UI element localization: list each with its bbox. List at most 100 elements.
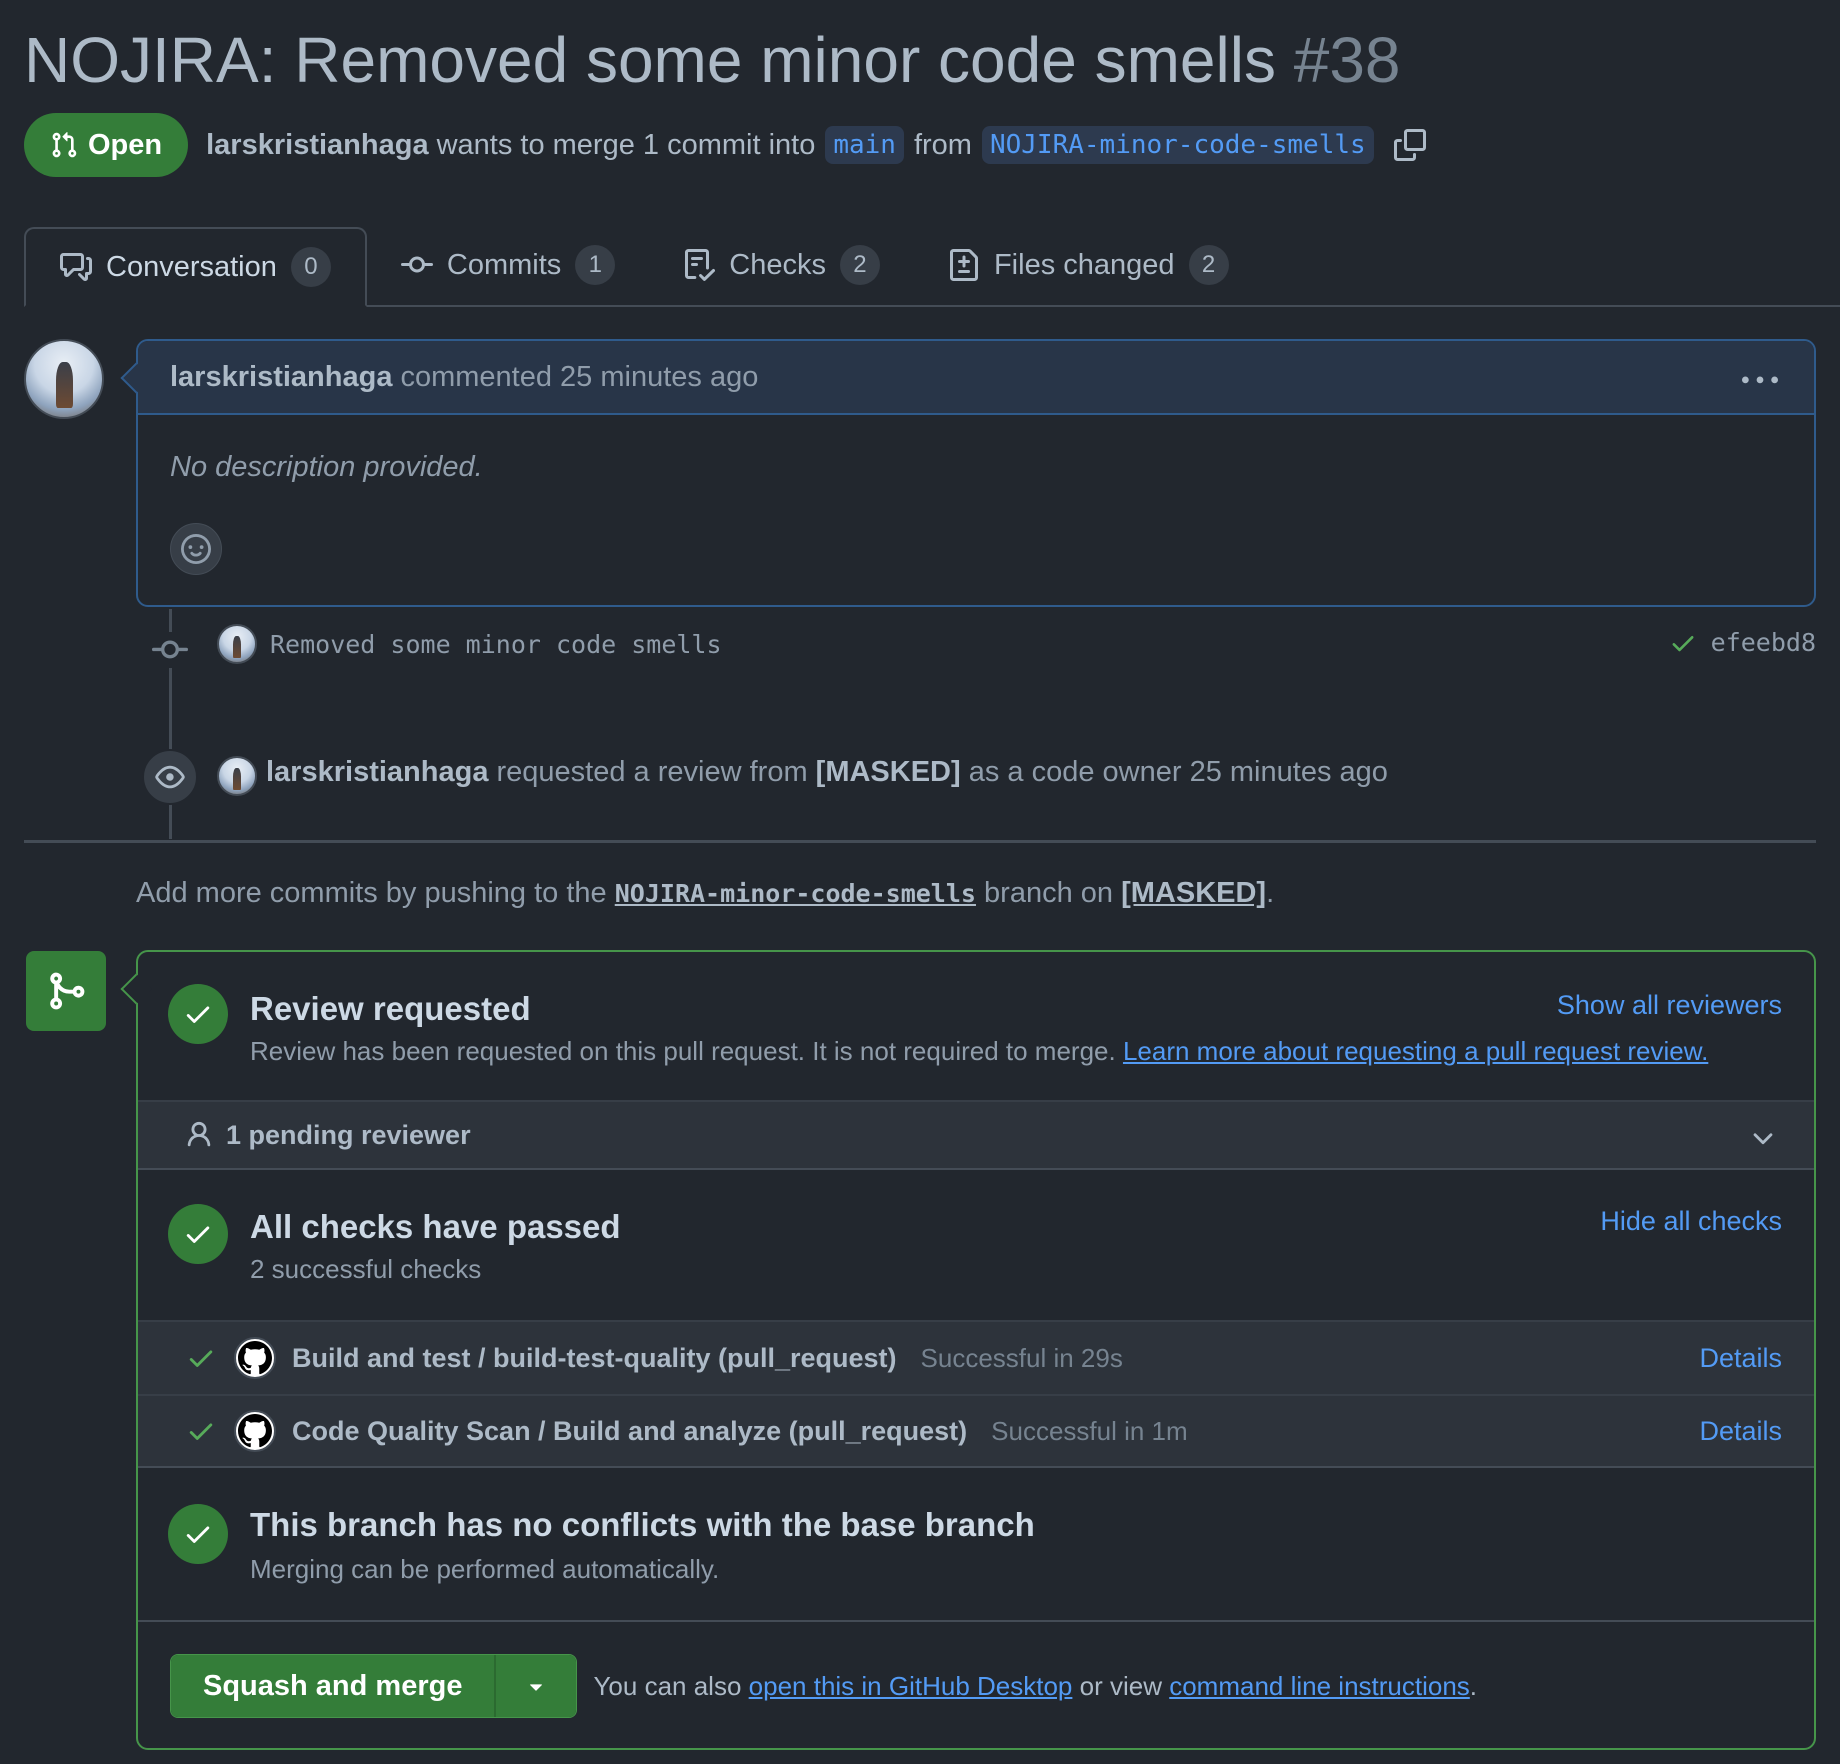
review-requested-subtitle: Review has been requested on this pull r… [250,1036,1708,1067]
push-note: Add more commits by pushing to the NOJIR… [136,877,1274,910]
person-icon [184,1120,214,1150]
tab-files-changed[interactable]: Files changed 2 [914,225,1263,305]
tab-conversation-count: 0 [290,247,331,287]
github-logo-icon [234,1337,276,1379]
check-status: Successful in 29s [920,1342,1123,1373]
head-branch-chip[interactable]: NOJIRA-minor-code-smells [981,126,1374,164]
checks-subtitle: 2 successful checks [250,1254,482,1284]
pr-title: NOJIRA: Removed some minor code smells #… [24,22,1401,98]
push-note-suffix: . [1266,877,1275,909]
commit-author-avatar[interactable] [217,624,257,664]
merge-text: wants to merge 1 commit into [436,128,816,161]
command-line-instructions-link[interactable]: command line instructions [1169,1671,1470,1701]
check-icon [186,1343,216,1373]
check-row: Code Quality Scan / Build and analyze (p… [138,1394,1814,1468]
comment-header: larskristianhaga commented 25 minutes ag… [138,341,1814,415]
check-circle-icon [168,984,228,1044]
git-commit-icon [400,249,433,281]
eye-icon [142,749,198,805]
pr-title-text: NOJIRA: Removed some minor code smells [24,24,1276,96]
base-branch-chip[interactable]: main [825,126,904,164]
review-text-1: requested a review from [496,756,808,788]
github-logo-icon [234,1410,276,1452]
show-all-reviewers-link[interactable]: Show all reviewers [1557,990,1782,1021]
comment-author-link[interactable]: larskristianhaga [170,361,392,394]
conflicts-section: This branch has no conflicts with the ba… [138,1470,1814,1620]
tab-files-changed-count: 2 [1188,245,1229,285]
avatar[interactable] [24,339,104,419]
pr-tabs: Conversation 0 Commits 1 Checks 2 Files … [24,227,1840,307]
tab-conversation[interactable]: Conversation 0 [24,227,367,307]
commit-sha-link[interactable]: efeebd8 [1711,628,1816,657]
git-pull-request-icon [50,131,78,159]
state-label: Open [88,128,163,161]
checks-title: All checks have passed [250,1208,621,1245]
merge-footer-text: You can also open this in GitHub Desktop… [593,1671,1477,1702]
review-text-2: as a code owner 25 minutes ago [968,756,1388,788]
triangle-down-icon [523,1673,549,1699]
copy-icon[interactable] [1393,129,1426,161]
timeline-divider [24,840,1816,843]
git-merge-icon [26,951,106,1031]
checklist-icon [683,249,716,281]
squash-and-merge-button[interactable]: Squash and merge [171,1655,495,1717]
tab-conversation-label: Conversation [106,250,277,283]
comment-discussion-icon [60,251,92,283]
check-details-link[interactable]: Details [1699,1343,1782,1374]
smiley-icon[interactable] [170,523,222,575]
pr-meta: Open larskristianhaga wants to merge 1 c… [24,113,1426,177]
comment-meta[interactable]: commented 25 minutes ago [400,361,758,394]
check-name: Build and test / build-test-quality (pul… [292,1342,897,1373]
push-note-repo-link[interactable]: [MASKED] [1121,877,1266,909]
footer-text-2: or view [1079,1670,1162,1701]
review-request-event: larskristianhaga requested a review from… [266,756,1388,789]
open-in-desktop-link[interactable]: open this in GitHub Desktop [749,1671,1073,1701]
tab-commits-label: Commits [446,248,562,281]
commit-event: Removed some minor code smells [270,630,722,659]
learn-more-link[interactable]: Learn more about requesting a pull reque… [1123,1036,1708,1066]
push-note-middle: branch on [984,877,1114,909]
review-actor-avatar[interactable] [217,756,257,796]
tab-commits-count: 1 [575,245,616,285]
merge-button-group: Squash and merge [170,1654,578,1718]
merge-footer: Squash and merge You can also open this … [138,1620,1814,1750]
push-note-prefix: Add more commits by pushing to the [136,877,607,909]
pending-reviewers-row[interactable]: 1 pending reviewer [138,1100,1814,1170]
tab-commits[interactable]: Commits 1 [367,225,649,305]
check-name: Code Quality Scan / Build and analyze (p… [292,1415,968,1446]
review-requested-text: Review has been requested on this pull r… [250,1036,1116,1066]
push-note-branch-link[interactable]: NOJIRA-minor-code-smells [615,879,976,908]
comment-body: No description provided. [170,451,483,483]
pending-reviewers-label: 1 pending reviewer [226,1119,471,1150]
footer-text-1: You can also [593,1670,742,1701]
state-badge-open: Open [24,113,189,177]
check-row: Build and test / build-test-quality (pul… [138,1320,1814,1394]
merge-method-dropdown[interactable] [494,1655,577,1717]
review-target[interactable]: [MASKED] [816,756,961,789]
commit-node-icon [152,632,188,668]
review-actor-link[interactable]: larskristianhaga [266,756,488,789]
comment-box: larskristianhaga commented 25 minutes ag… [120,339,1816,607]
commit-sha-group: efeebd8 [1669,628,1816,657]
chevron-down-icon [1748,1124,1778,1154]
tab-files-changed-label: Files changed [993,248,1175,281]
review-requested-title: Review requested [250,990,531,1027]
file-diff-icon [948,249,980,281]
check-details-link[interactable]: Details [1699,1416,1782,1447]
hide-all-checks-link[interactable]: Hide all checks [1600,1206,1782,1237]
conflicts-title: This branch has no conflicts with the ba… [250,1506,1035,1543]
checks-section: All checks have passed 2 successful chec… [138,1172,1814,1322]
check-icon [1669,629,1697,657]
check-circle-icon [168,1504,228,1564]
check-icon [186,1416,216,1446]
conflicts-subtitle: Merging can be performed automatically. [250,1554,720,1584]
tab-checks[interactable]: Checks 2 [649,225,914,305]
from-text: from [913,128,972,161]
review-requested-section: Review requested Review has been request… [138,952,1814,1100]
kebab-menu-icon[interactable] [1742,363,1778,399]
footer-text-3: . [1469,1670,1478,1701]
check-status: Successful in 1m [991,1415,1188,1446]
pr-author-link[interactable]: larskristianhaga [206,129,428,162]
commit-message-link[interactable]: Removed some minor code smells [270,630,722,659]
tab-checks-count: 2 [839,245,880,285]
